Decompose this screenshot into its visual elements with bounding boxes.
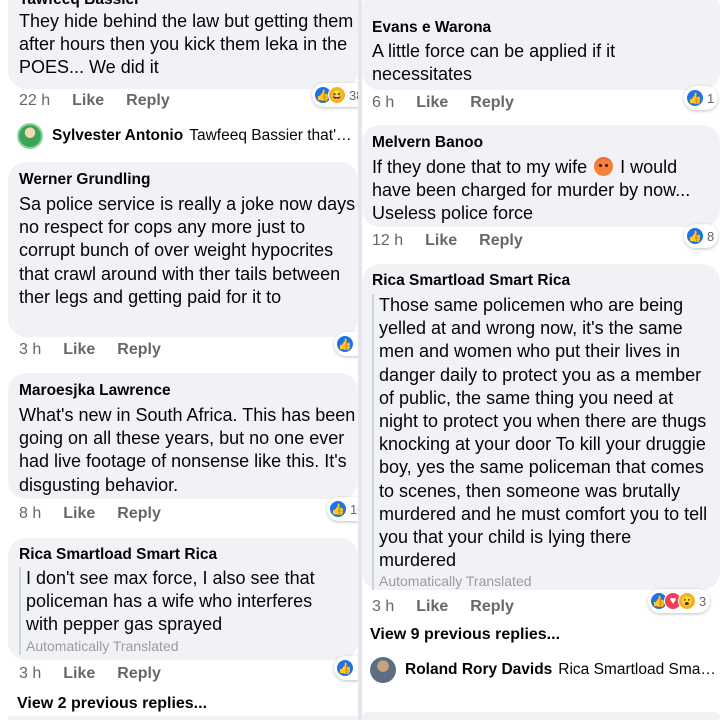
- reply-button[interactable]: Reply: [470, 598, 514, 616]
- comment-time[interactable]: 22 h: [19, 92, 50, 110]
- comment-text: I don't see max force, I also see that p…: [26, 568, 315, 635]
- comment-time[interactable]: 3 h: [19, 665, 41, 683]
- right-comment-column: Evans e Warona A little force can be app…: [362, 0, 720, 720]
- like-button[interactable]: Like: [425, 232, 457, 250]
- comment-author[interactable]: Evans e Warona: [372, 19, 491, 37]
- like-reaction-icon: 👍: [686, 89, 704, 107]
- like-button[interactable]: Like: [63, 341, 95, 359]
- reply-preview[interactable]: Sylvester Antonio Tawfeeq Bassier that's…: [17, 123, 358, 149]
- reply-button[interactable]: Reply: [117, 341, 161, 359]
- reply-button[interactable]: Reply: [479, 232, 523, 250]
- reaction-count: 10: [350, 501, 358, 517]
- comment-text: A little force can be applied if it nece…: [372, 41, 616, 85]
- comment-text: Sa police service is really a joke now d…: [19, 194, 356, 307]
- comment-text-start: If they done that to my wife: [372, 157, 588, 177]
- reply-button[interactable]: Reply: [470, 94, 514, 112]
- comment-time[interactable]: 8 h: [19, 505, 41, 523]
- reply-button[interactable]: Reply: [126, 92, 170, 110]
- reaction-summary[interactable]: 👍 8: [684, 224, 719, 248]
- next-comment-bubble: [8, 716, 358, 720]
- comment-text: They hide behind the law but getting the…: [19, 11, 354, 78]
- like-reaction-icon: 👍: [336, 659, 354, 677]
- translated-comment: I don't see max force, I also see that p…: [19, 567, 349, 655]
- left-comment-column: Tawfeeq Bassier They hide behind the law…: [0, 0, 358, 720]
- comment-actions: 3 h Like Reply: [372, 598, 536, 616]
- reaction-summary[interactable]: 👍 10: [327, 497, 358, 521]
- comment-time[interactable]: 12 h: [372, 232, 403, 250]
- like-button[interactable]: Like: [63, 665, 95, 683]
- comment-author[interactable]: Rica Smartload Smart Rica: [19, 546, 217, 564]
- comment-time[interactable]: 3 h: [19, 341, 41, 359]
- view-previous-replies-link[interactable]: View 2 previous replies...: [17, 695, 207, 713]
- comment-author[interactable]: Melvern Banoo: [372, 134, 483, 152]
- comment-actions: 12 h Like Reply: [372, 232, 545, 250]
- view-previous-replies-link[interactable]: View 9 previous replies...: [370, 626, 560, 644]
- comment-actions: 3 h Like Reply: [19, 341, 183, 359]
- comment-author[interactable]: Rica Smartload Smart Rica: [372, 272, 570, 290]
- comment-actions: 6 h Like Reply: [372, 94, 536, 112]
- like-button[interactable]: Like: [416, 94, 448, 112]
- like-reaction-icon: 👍: [336, 335, 354, 353]
- comment-time[interactable]: 6 h: [372, 94, 394, 112]
- comment-author[interactable]: Tawfeeq Bassier: [19, 0, 140, 9]
- translated-comment: Those same policemen who are being yelle…: [372, 294, 712, 591]
- reply-button[interactable]: Reply: [117, 665, 161, 683]
- reaction-count: 3: [699, 593, 707, 609]
- wow-reaction-icon: 😮: [678, 592, 696, 610]
- reaction-summary[interactable]: 👍 1: [684, 86, 719, 110]
- auto-translated-label[interactable]: Automatically Translated: [379, 572, 712, 590]
- reaction-summary[interactable]: 👍 😆 38: [312, 83, 358, 107]
- reply-preview[interactable]: Roland Rory Davids Rica Smartload Smart.…: [370, 657, 718, 683]
- like-button[interactable]: Like: [416, 598, 448, 616]
- comment-author[interactable]: Maroesjka Lawrence: [19, 382, 171, 400]
- angry-emoji-icon: [594, 157, 614, 176]
- comment-text: Those same policemen who are being yelle…: [379, 295, 708, 571]
- reply-author[interactable]: Sylvester Antonio: [52, 127, 183, 145]
- like-button[interactable]: Like: [72, 92, 104, 110]
- comment-actions: 22 h Like Reply: [19, 92, 192, 110]
- reaction-summary[interactable]: 👍 1: [334, 332, 358, 356]
- haha-reaction-icon: 😆: [328, 86, 346, 104]
- like-reaction-icon: 👍: [329, 500, 347, 518]
- reply-text: Rica Smartload Smart...: [558, 661, 718, 678]
- avatar[interactable]: [370, 657, 396, 683]
- comment-actions: 8 h Like Reply: [19, 505, 183, 523]
- next-comment-bubble: [362, 712, 720, 720]
- comment-actions: 3 h Like Reply: [19, 665, 183, 683]
- like-reaction-icon: 👍: [686, 227, 704, 245]
- reply-button[interactable]: Reply: [117, 505, 161, 523]
- comment-text: What's new in South Africa. This has bee…: [19, 405, 356, 495]
- reaction-count: 1: [707, 90, 715, 106]
- reply-author[interactable]: Roland Rory Davids: [405, 661, 552, 679]
- auto-translated-label[interactable]: Automatically Translated: [26, 637, 349, 655]
- reaction-summary[interactable]: 👍 ♥ 😮 3: [648, 589, 711, 613]
- avatar[interactable]: [17, 123, 43, 149]
- like-button[interactable]: Like: [63, 505, 95, 523]
- comment-author[interactable]: Werner Grundling: [19, 171, 150, 189]
- reaction-count: 8: [707, 228, 715, 244]
- reply-text: Tawfeeq Bassier that's ...: [189, 127, 358, 144]
- comment-text: If they done that to my wife I would hav…: [372, 156, 712, 226]
- comment-time[interactable]: 3 h: [372, 598, 394, 616]
- reaction-count: 38: [349, 87, 358, 103]
- reaction-summary[interactable]: 👍 1: [334, 656, 358, 680]
